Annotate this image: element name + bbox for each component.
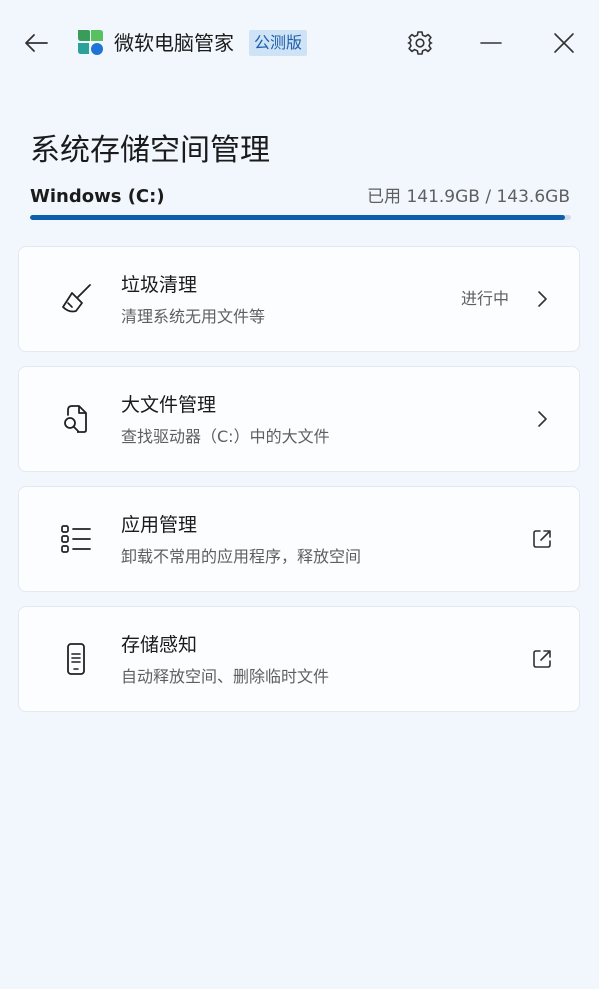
page-title: 系统存储空间管理: [30, 133, 270, 169]
minimize-button[interactable]: [474, 26, 508, 60]
close-icon: [554, 33, 574, 53]
app-name: 微软电脑管家: [114, 31, 234, 55]
card-title: 存储感知: [121, 634, 198, 656]
phone-storage-icon: [67, 643, 85, 675]
drive-usage-text: 已用 141.9GB / 143.6GB: [367, 187, 570, 207]
minimize-icon: [480, 42, 502, 44]
card-description: 自动释放空间、删除临时文件: [121, 667, 330, 686]
gear-icon: [407, 31, 433, 55]
drive-label: Windows (C:): [30, 186, 165, 207]
title-bar: 微软电脑管家 公测版: [0, 0, 599, 84]
card-app-management[interactable]: 应用管理 卸载不常用的应用程序，释放空间: [18, 486, 580, 592]
card-description: 清理系统无用文件等: [121, 307, 266, 326]
beta-badge: 公测版: [249, 30, 308, 56]
storage-usage-bar: [30, 215, 571, 220]
back-button[interactable]: [22, 29, 50, 57]
chevron-right-icon: [538, 411, 547, 427]
app-logo: [78, 30, 103, 55]
settings-button[interactable]: [403, 26, 437, 60]
card-storage-sense[interactable]: 存储感知 自动释放空间、删除临时文件: [18, 606, 580, 712]
close-button[interactable]: [547, 26, 581, 60]
card-status: 进行中: [460, 289, 509, 308]
card-title: 大文件管理: [121, 394, 217, 416]
app-list-icon: [61, 525, 91, 553]
broom-icon: [62, 284, 91, 313]
card-junk-cleanup[interactable]: 垃圾清理 清理系统无用文件等 进行中: [18, 246, 580, 352]
card-large-files[interactable]: 大文件管理 查找驱动器（C:）中的大文件: [18, 366, 580, 472]
file-search-icon: [64, 405, 87, 433]
arrow-left-icon: [25, 34, 48, 52]
open-external-icon: [533, 530, 551, 548]
open-external-icon: [533, 650, 551, 668]
storage-usage-fill: [30, 215, 565, 220]
card-title: 垃圾清理: [121, 274, 198, 296]
card-title: 应用管理: [121, 514, 198, 536]
card-description: 查找驱动器（C:）中的大文件: [121, 427, 330, 446]
card-description: 卸载不常用的应用程序，释放空间: [121, 547, 362, 566]
chevron-right-icon: [538, 291, 547, 307]
